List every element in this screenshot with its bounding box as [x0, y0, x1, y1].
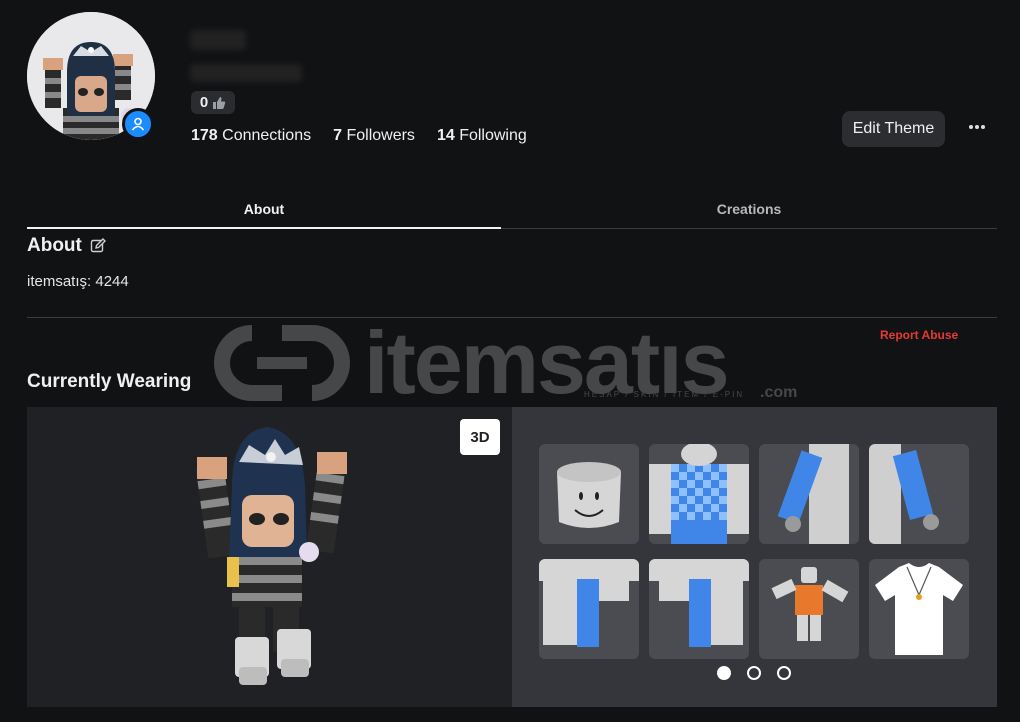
following-label: Following — [459, 127, 527, 144]
item-checkered-shirt[interactable] — [649, 444, 749, 544]
avatar-viewer[interactable] — [27, 407, 512, 707]
item-left-arm[interactable] — [759, 444, 859, 544]
followers-count: 7 — [333, 127, 343, 144]
user-icon — [131, 117, 145, 131]
followers-label: Followers — [346, 127, 415, 144]
tab-creations[interactable]: Creations — [501, 190, 997, 228]
item-necklace-tshirt[interactable] — [869, 559, 969, 659]
section-divider — [27, 317, 997, 318]
likes-pill[interactable]: 0 — [191, 91, 235, 114]
watermark-text: itemsatıs — [364, 313, 730, 412]
followers-stat[interactable]: 7 Followers — [333, 127, 415, 145]
about-heading: About — [27, 235, 106, 257]
head-icon — [557, 462, 621, 528]
display-name-redacted — [190, 30, 246, 50]
report-abuse-link[interactable]: Report Abuse — [880, 328, 958, 342]
view-3d-button[interactable]: 3D — [460, 419, 500, 455]
about-title: About — [27, 235, 82, 256]
profile-stats: 178 Connections 7 Followers 14 Following — [191, 127, 527, 145]
pagination-dot-3[interactable] — [777, 666, 791, 680]
thumbs-up-icon — [213, 96, 226, 109]
item-character-bundle[interactable] — [759, 559, 859, 659]
watermark-subtext: HESAP / SKIN / ITEM / E-PIN — [584, 390, 745, 399]
edit-theme-button[interactable]: Edit Theme — [842, 111, 945, 147]
username-redacted — [190, 64, 302, 82]
following-count: 14 — [436, 127, 455, 144]
online-status-badge — [122, 108, 154, 140]
tab-about[interactable]: About — [27, 190, 501, 228]
about-description: itemsatış: 4244 — [27, 273, 129, 290]
tshirt-icon — [875, 563, 963, 655]
arm-icon — [777, 444, 849, 544]
pagination-dot-1[interactable] — [717, 666, 731, 680]
likes-count: 0 — [199, 94, 209, 111]
edit-icon[interactable] — [90, 238, 106, 254]
tab-divider — [501, 228, 997, 229]
pagination-dot-2[interactable] — [747, 666, 761, 680]
item-left-leg[interactable] — [539, 559, 639, 659]
avatar-figure — [195, 427, 347, 685]
leg-icon — [649, 559, 749, 647]
item-head[interactable] — [539, 444, 639, 544]
connections-label: Connections — [222, 127, 312, 144]
watermark: itemsatıs HESAP / SKIN / ITEM / E-PIN .c… — [212, 318, 812, 408]
currently-wearing-title: Currently Wearing — [27, 371, 192, 392]
leg-icon — [539, 559, 639, 647]
following-stat[interactable]: 14 Following — [437, 127, 527, 145]
more-horizontal-icon[interactable] — [965, 115, 989, 139]
character-icon — [771, 567, 849, 641]
item-right-arm[interactable] — [869, 444, 969, 544]
item-right-leg[interactable] — [649, 559, 749, 659]
watermark-domain: .com — [760, 384, 798, 401]
shirt-icon — [649, 444, 749, 544]
active-tab-indicator — [27, 227, 501, 229]
connections-stat[interactable]: 178 Connections — [191, 127, 311, 145]
watermark-logo-icon — [214, 325, 350, 401]
arm-icon — [869, 444, 939, 544]
connections-count: 178 — [191, 127, 218, 144]
